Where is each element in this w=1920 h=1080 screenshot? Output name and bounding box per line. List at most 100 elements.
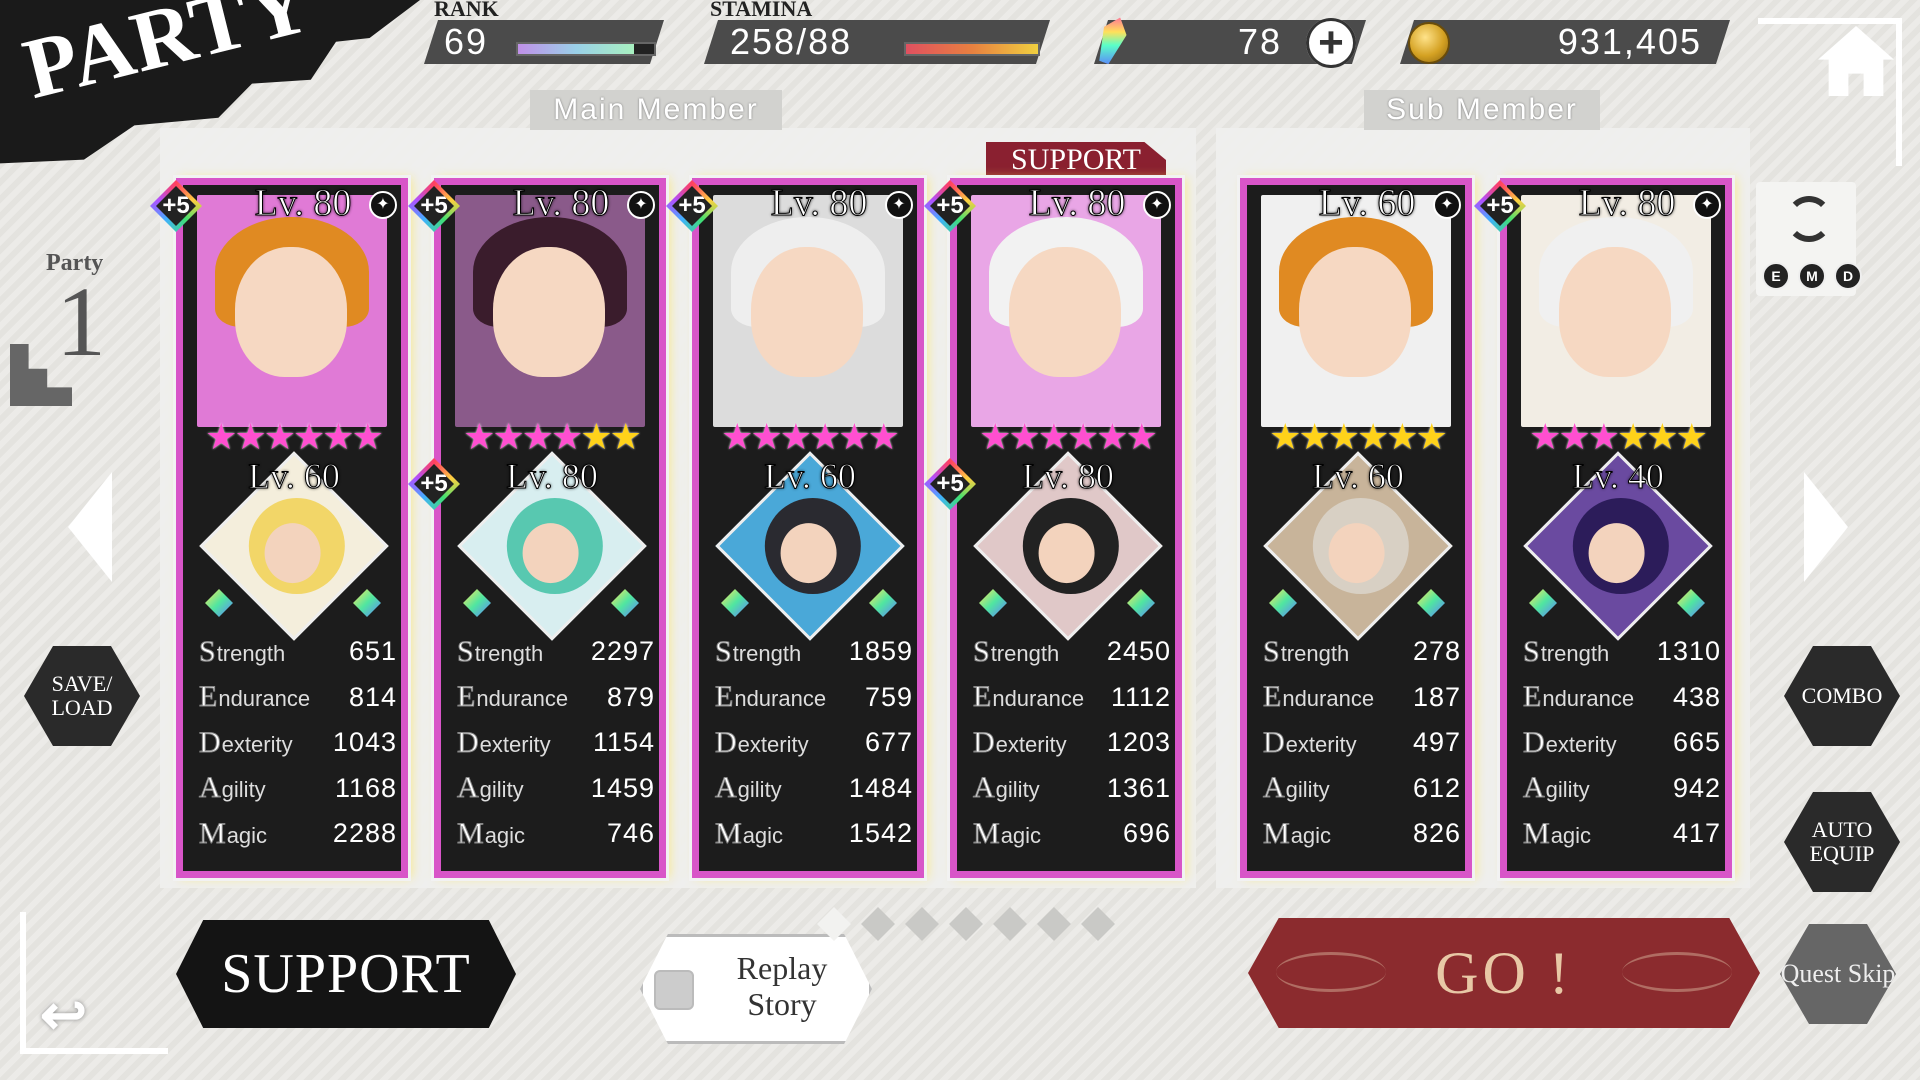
stat-row: Strength 278 (1255, 629, 1465, 675)
stat-row: Agility 612 (1255, 766, 1465, 812)
stat-initial: D (973, 725, 996, 759)
rank-gauge (516, 42, 656, 56)
replay-story-label: Replay Story (736, 950, 828, 1022)
stat-initial: E (714, 680, 734, 714)
stat-value: 417 (1672, 818, 1721, 849)
stat-value: 1168 (334, 772, 397, 803)
rarity-star: ★ (1096, 416, 1128, 457)
stat-value: 1542 (848, 818, 913, 849)
rarity-star: ★ (779, 416, 812, 457)
support-button[interactable]: SUPPORT (176, 920, 516, 1028)
auto-equip-button[interactable]: AUTO EQUIP (1784, 792, 1900, 892)
swap-icon[interactable] (1786, 196, 1832, 242)
stat-value: 187 (1412, 681, 1461, 712)
save-load-button[interactable]: SAVE/ LOAD (24, 646, 140, 746)
stat-value: 746 (606, 818, 655, 849)
stats-table: Strength 651 Endurance 814 Dexterity 104… (191, 629, 401, 857)
stat-row: Endurance 187 (1255, 675, 1465, 721)
combo-button[interactable]: COMBO (1784, 646, 1900, 746)
stat-initial: E (456, 680, 476, 714)
character-portrait[interactable] (197, 195, 387, 427)
gems-value: 78 (1237, 21, 1282, 62)
character-portrait[interactable] (971, 195, 1161, 427)
page-dot[interactable] (949, 907, 983, 941)
endurance-filter-icon[interactable]: E (1762, 262, 1790, 290)
stats-table: Strength 1310 Endurance 438 Dexterity 66… (1515, 629, 1725, 857)
stat-initial: A (1263, 771, 1286, 805)
back-icon[interactable]: ↩ (40, 987, 96, 1043)
stat-name: Dexterity (707, 725, 809, 760)
magic-filter-icon[interactable]: M (1798, 262, 1826, 290)
rarity-stars: ★★★★★★ (1519, 419, 1715, 455)
stat-value: 1459 (590, 772, 655, 803)
stat-name-rest: ndurance (992, 686, 1085, 712)
assist-face (780, 523, 837, 584)
stat-name: Endurance (965, 680, 1084, 714)
stat-initial: D (1523, 725, 1546, 759)
character-portrait[interactable] (713, 195, 903, 427)
portrait-face (493, 247, 605, 377)
character-portrait[interactable] (1521, 195, 1711, 427)
assist-level: Lv. 80 (506, 456, 599, 497)
assist-face (1588, 523, 1645, 584)
stat-initial: D (1263, 725, 1286, 759)
stat-name-rest: gility (221, 777, 266, 803)
member-card[interactable]: Lv. 80 ✦ ★★★★★★ Lv. 60 Strength 651 Endu… (176, 178, 408, 878)
stat-name-rest: agic (226, 822, 268, 848)
stat-name: Magic (449, 816, 526, 851)
character-portrait[interactable] (455, 195, 645, 427)
page-dot[interactable] (1037, 907, 1071, 941)
stat-initial: M (457, 816, 485, 850)
rarity-star: ★ (1269, 416, 1301, 457)
page-dot[interactable] (905, 907, 939, 941)
next-party-arrow[interactable] (1804, 472, 1848, 582)
coin-icon (1408, 22, 1450, 64)
stat-name-rest: agic (1550, 822, 1592, 848)
member-card[interactable]: Lv. 80 ✦ ★★★★★★ Lv. 80 Strength 2297 End… (434, 178, 666, 878)
rarity-stars: ★★★★★★ (1259, 419, 1455, 455)
stat-row: Endurance 814 (191, 675, 401, 721)
member-card[interactable]: Lv. 80 ✦ ★★★★★★ Lv. 80 Strength 2450 End… (950, 178, 1182, 878)
stat-initial: A (1523, 771, 1546, 805)
stat-name: Agility (707, 771, 782, 805)
character-level: Lv. 80 (254, 182, 352, 225)
stat-value: 278 (1412, 636, 1461, 667)
member-card[interactable]: Lv. 80 ✦ ★★★★★★ Lv. 60 Strength 1859 End… (692, 178, 924, 878)
light-element-icon: ✦ (1143, 191, 1171, 219)
character-portrait[interactable] (1261, 195, 1451, 427)
stat-value: 438 (1672, 681, 1721, 712)
stat-row: Agility 1484 (707, 766, 917, 812)
stat-value: 1112 (1110, 681, 1171, 712)
page-dot[interactable] (993, 907, 1027, 941)
stat-name: Dexterity (1255, 725, 1357, 760)
stat-name-rest: ndurance (218, 686, 311, 712)
stat-value: 1361 (1106, 772, 1171, 803)
stat-value: 2288 (332, 818, 397, 849)
stat-value: 665 (1672, 727, 1721, 758)
character-level: Lv. 80 (1578, 182, 1676, 225)
add-gems-button[interactable]: + (1306, 18, 1356, 68)
rarity-star: ★ (1675, 416, 1708, 457)
stats-table: Strength 2297 Endurance 879 Dexterity 11… (449, 629, 659, 857)
quest-skip-button[interactable]: Quest Skip (1780, 924, 1896, 1024)
replay-story-checkbox[interactable] (654, 970, 694, 1010)
rarity-star: ★ (1587, 416, 1620, 457)
stat-name-rest: exterity (479, 731, 551, 757)
assist-gem-icon (205, 589, 233, 617)
assist-gem-icon (721, 589, 749, 617)
stat-initial: S (973, 634, 991, 668)
page-dot[interactable] (1081, 907, 1115, 941)
member-card[interactable]: Lv. 80 ✦ ★★★★★★ Lv. 40 Strength 1310 End… (1500, 178, 1732, 878)
stat-initial: E (972, 680, 992, 714)
stat-row: Strength 1859 (707, 629, 917, 675)
page-dot[interactable] (861, 907, 895, 941)
member-card[interactable]: Lv. 60 ✦ ★★★★★★ Lv. 60 Strength 278 Endu… (1240, 178, 1472, 878)
assist-gem-icon (353, 589, 381, 617)
previous-party-arrow[interactable] (68, 472, 112, 582)
rarity-star: ★ (1617, 416, 1649, 457)
rarity-star: ★ (293, 416, 325, 457)
rarity-stars: ★★★★★★ (969, 419, 1165, 455)
page-dot[interactable] (817, 907, 851, 941)
stat-name: Strength (707, 634, 802, 669)
dexterity-filter-icon[interactable]: D (1834, 262, 1862, 290)
